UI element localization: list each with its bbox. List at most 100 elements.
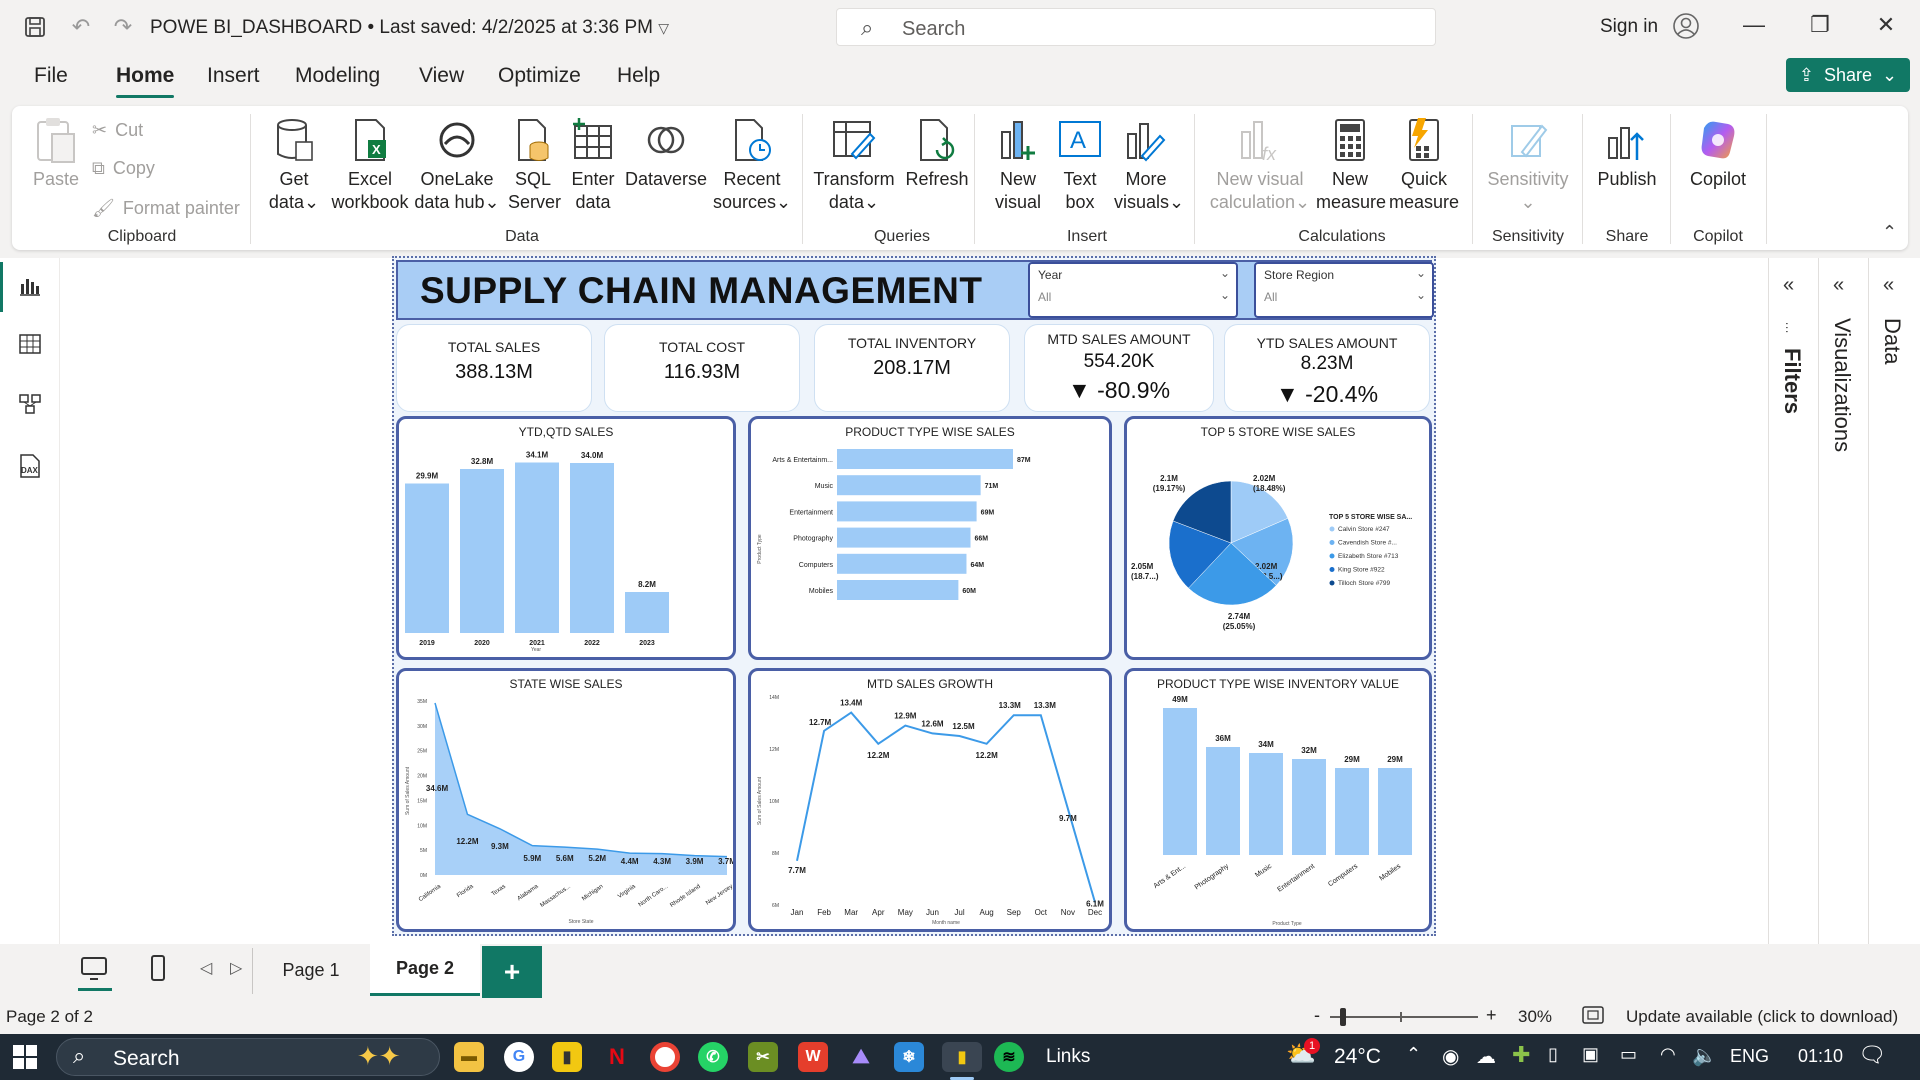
excel-workbook-button[interactable]: X Excel workbook: [330, 114, 410, 214]
recent-sources-button[interactable]: Recent sources⌄: [712, 114, 792, 214]
fit-to-page-icon[interactable]: [1582, 1006, 1604, 1029]
wifi-icon[interactable]: ◠: [1660, 1044, 1676, 1065]
data-pane[interactable]: « Data: [1868, 258, 1920, 944]
top5-store-sales-chart[interactable]: TOP 5 STORE WISE SALES 2.02M (18.48%) 2.02…: [1124, 416, 1432, 660]
menu-file[interactable]: File: [34, 64, 68, 88]
power-bi-active-icon[interactable]: ▮: [942, 1042, 982, 1072]
snowflake-app-icon[interactable]: ❄: [894, 1042, 924, 1072]
get-data-button[interactable]: Get data⌄: [264, 114, 324, 214]
battery-icon[interactable]: ▭: [1620, 1044, 1637, 1065]
restore-icon[interactable]: ❐: [1800, 12, 1840, 38]
dax-query-view-icon[interactable]: DAX: [14, 450, 46, 482]
wps-office-icon[interactable]: W: [798, 1042, 828, 1072]
chevron-down-icon[interactable]: ⌄: [1220, 288, 1230, 302]
sensitivity-button[interactable]: Sensitivity ⌄: [1482, 114, 1574, 214]
expand-icon[interactable]: «: [1783, 274, 1794, 297]
previous-page-icon[interactable]: ◁: [200, 958, 212, 978]
notifications-icon[interactable]: 🗨: [1858, 1042, 1886, 1068]
more-visuals-button[interactable]: More visuals⌄: [1114, 114, 1184, 214]
kpi-total-inventory[interactable]: TOTAL INVENTORY 208.17M: [814, 324, 1010, 412]
zoom-slider-thumb[interactable]: [1340, 1008, 1346, 1026]
file-explorer-icon[interactable]: ▬: [454, 1042, 484, 1072]
sql-server-button[interactable]: SQL Server: [508, 114, 561, 214]
mtd-sales-growth-chart[interactable]: MTD SALES GROWTH 6M 8M 10M 12M 14M 7.7M Jan 12.…: [748, 668, 1112, 932]
app-tray-icon[interactable]: ✚: [1512, 1042, 1530, 1068]
store-region-slicer[interactable]: Store Region ⌄ All ⌄: [1254, 262, 1434, 318]
product-type-sales-chart[interactable]: PRODUCT TYPE WISE SALES Arts & Entertain…: [748, 416, 1112, 660]
whatsapp-icon[interactable]: ✆: [698, 1042, 728, 1072]
add-page-button[interactable]: +: [482, 946, 542, 998]
state-wise-sales-chart[interactable]: STATE WISE SALES 0M 5M 10M 15M 20M 25M 30M 35M 3…: [396, 668, 736, 932]
display-icon[interactable]: ▣: [1582, 1044, 1599, 1065]
collapse-ribbon-icon[interactable]: ⌃: [1882, 222, 1897, 243]
next-page-icon[interactable]: ▷: [230, 958, 242, 978]
links-toolbar[interactable]: Links: [1046, 1046, 1090, 1068]
zoom-slider[interactable]: [1330, 1016, 1478, 1018]
expand-icon[interactable]: «: [1833, 274, 1844, 297]
text-box-button[interactable]: A Text box: [1052, 114, 1108, 214]
clock[interactable]: 01:10: [1798, 1046, 1843, 1067]
snipping-tool-icon[interactable]: ✂: [748, 1042, 778, 1072]
document-title[interactable]: POWE BI_DASHBOARD • Last saved: 4/2/2025…: [150, 17, 669, 39]
kpi-total-sales[interactable]: TOTAL SALES 388.13M: [396, 324, 592, 412]
menu-insert[interactable]: Insert: [207, 64, 260, 88]
zoom-out-button[interactable]: -: [1314, 1005, 1320, 1026]
format-painter-button[interactable]: 🖌 Format painter: [92, 198, 240, 219]
enter-data-button[interactable]: Enter data: [568, 114, 618, 214]
menu-view[interactable]: View: [419, 64, 464, 88]
language-indicator[interactable]: ENG: [1730, 1046, 1769, 1067]
copy-button[interactable]: ⧉ Copy: [92, 158, 155, 179]
windows-start-icon[interactable]: [12, 1044, 38, 1075]
tab-page-1[interactable]: Page 1: [256, 944, 366, 996]
menu-optimize[interactable]: Optimize: [498, 64, 581, 88]
visualizations-pane[interactable]: « Visualizations: [1818, 258, 1866, 944]
refresh-button[interactable]: Refresh: [902, 114, 972, 191]
publish-button[interactable]: Publish: [1592, 114, 1662, 191]
mobile-layout-icon[interactable]: [150, 954, 166, 987]
paste-button[interactable]: Paste: [26, 114, 86, 191]
save-icon[interactable]: [20, 12, 50, 42]
table-view-icon[interactable]: [14, 328, 46, 360]
chevron-down-icon[interactable]: ⌄: [1416, 288, 1426, 302]
taskbar-search[interactable]: ⌕ Search ✦✦: [56, 1038, 440, 1076]
minimize-icon[interactable]: —: [1734, 12, 1774, 38]
onedrive-icon[interactable]: ☁: [1476, 1044, 1496, 1069]
menu-modeling[interactable]: Modeling: [295, 64, 380, 88]
transform-data-button[interactable]: Transform data⌄: [812, 114, 896, 214]
new-visual-button[interactable]: New visual: [988, 114, 1048, 214]
search-input[interactable]: ⌕ Search: [836, 8, 1436, 46]
account-icon[interactable]: [1672, 12, 1700, 45]
spotify-icon[interactable]: ≋: [994, 1042, 1024, 1072]
menu-home[interactable]: Home: [116, 64, 175, 98]
google-icon[interactable]: G: [504, 1042, 534, 1072]
new-visual-calculation-button[interactable]: fx New visual calculation⌄: [1206, 114, 1314, 214]
onelake-button[interactable]: OneLake data hub⌄: [412, 114, 502, 214]
chrome-icon[interactable]: [650, 1042, 680, 1072]
new-measure-button[interactable]: New measure: [1316, 114, 1386, 214]
power-bi-icon[interactable]: ▮: [552, 1042, 582, 1072]
photos-icon[interactable]: ⛰: [846, 1042, 876, 1072]
quick-measure-button[interactable]: Quick measure: [1388, 114, 1460, 214]
kpi-total-cost[interactable]: TOTAL COST 116.93M: [604, 324, 800, 412]
inventory-value-chart[interactable]: PRODUCT TYPE WISE INVENTORY VALUE 49M Art…: [1124, 668, 1432, 932]
report-view-icon[interactable]: [14, 270, 46, 302]
dataverse-button[interactable]: Dataverse: [624, 114, 708, 191]
update-available-link[interactable]: Update available (click to download): [1626, 1007, 1898, 1027]
phone-link-icon[interactable]: ▯: [1548, 1044, 1558, 1065]
desktop-layout-icon[interactable]: [80, 956, 108, 987]
cut-button[interactable]: ✂ Cut: [92, 120, 143, 141]
menu-help[interactable]: Help: [617, 64, 660, 88]
volume-icon[interactable]: 🔈: [1692, 1043, 1717, 1068]
year-slicer[interactable]: Year ⌄ All ⌄: [1028, 262, 1238, 318]
expand-icon[interactable]: «: [1883, 274, 1894, 297]
kpi-ytd-sales[interactable]: YTD SALES AMOUNT 8.23M ▼ -20.4%: [1224, 324, 1430, 412]
netflix-icon[interactable]: N: [602, 1042, 632, 1072]
redo-icon[interactable]: ↷: [108, 12, 138, 42]
tab-page-2[interactable]: Page 2: [370, 944, 480, 996]
filters-pane[interactable]: « ⫶ Filters: [1768, 258, 1816, 944]
chevron-up-icon[interactable]: ⌃: [1406, 1044, 1421, 1065]
kpi-mtd-sales[interactable]: MTD SALES AMOUNT 554.20K ▼ -80.9%: [1024, 324, 1214, 412]
copilot-button[interactable]: Copilot: [1680, 114, 1756, 191]
sign-in-link[interactable]: Sign in: [1600, 16, 1658, 38]
model-view-icon[interactable]: [14, 388, 46, 420]
